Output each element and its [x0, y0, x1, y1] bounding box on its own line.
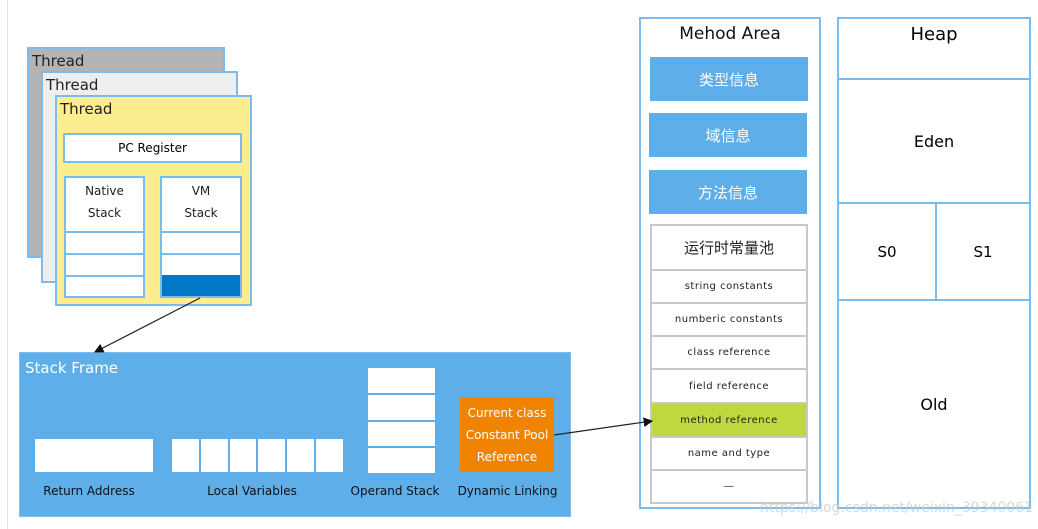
arrow-link-to-method-reference: [553, 417, 654, 436]
arrows: [93, 297, 654, 436]
arrow-vm-stack-to-frame: [93, 297, 201, 353]
